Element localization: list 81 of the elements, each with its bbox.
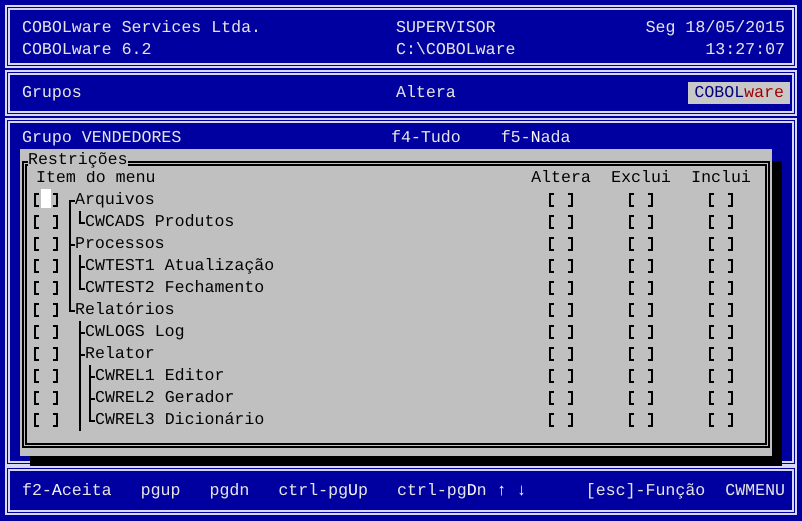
checkbox[interactable] (628, 280, 654, 296)
column-header: Altera (530, 167, 592, 189)
checkbox[interactable] (33, 412, 59, 428)
checkbox[interactable] (708, 368, 734, 384)
checkbox[interactable] (548, 412, 574, 428)
menu-item-label: Relator (85, 343, 155, 365)
checkbox[interactable] (628, 258, 654, 274)
key-hint: ctrl-pgUp (278, 480, 368, 502)
checkbox[interactable] (628, 192, 654, 208)
checkbox[interactable] (548, 302, 574, 318)
checkbox[interactable] (708, 302, 734, 318)
checkbox[interactable] (708, 412, 734, 428)
column-header: Item do menu (35, 168, 156, 189)
checkbox[interactable] (628, 236, 654, 252)
tree-line (79, 211, 85, 224)
menu-item-label: CWTEST1 Atualização (85, 255, 274, 277)
checkbox[interactable] (708, 236, 734, 252)
checkbox[interactable] (628, 390, 654, 406)
date-text: Seg 18/05/2015 (646, 17, 785, 39)
checkbox[interactable] (33, 346, 59, 362)
checkbox[interactable] (708, 346, 734, 362)
key-hint: f5-Nada (500, 127, 570, 149)
action-title: Altera (396, 82, 457, 104)
checkbox[interactable] (628, 368, 654, 384)
menu-item-label: Relatórios (75, 299, 175, 321)
key-hint: pgup (140, 480, 180, 502)
menu-item-label: CWTEST2 Fechamento (85, 277, 264, 299)
menu-item-label: CWREL3 Dicionário (95, 409, 264, 431)
checkbox[interactable] (548, 324, 574, 340)
checkbox[interactable] (708, 258, 734, 274)
checkbox[interactable] (628, 412, 654, 428)
column-header: Inclui (690, 167, 752, 189)
checkbox[interactable] (628, 346, 654, 362)
module-title: Grupos (22, 82, 83, 104)
checkbox[interactable] (708, 324, 734, 340)
menu-item-label: Arquivos (75, 189, 155, 211)
checkbox[interactable] (33, 214, 59, 230)
key-hint: [esc]-Função (586, 480, 706, 502)
checkbox[interactable] (548, 192, 574, 208)
checkbox[interactable] (33, 280, 59, 296)
checkbox[interactable] (548, 214, 574, 230)
checkbox[interactable] (33, 390, 59, 406)
checkbox[interactable] (33, 236, 59, 252)
checkbox[interactable] (33, 258, 59, 274)
user-name: SUPERVISOR (396, 17, 497, 39)
menu-item-label: CWCADS Produtos (85, 211, 234, 233)
checkbox[interactable] (548, 368, 574, 384)
group-label: Grupo VENDEDORES (22, 127, 182, 149)
checkbox[interactable] (548, 236, 574, 252)
path-text: C:\COBOLware (396, 39, 516, 61)
checkbox[interactable] (33, 324, 59, 340)
checkbox[interactable] (548, 390, 574, 406)
checkbox[interactable] (548, 280, 574, 296)
checkbox[interactable] (708, 390, 734, 406)
checkbox[interactable] (708, 214, 734, 230)
checkbox[interactable] (628, 324, 654, 340)
column-header: Exclui (610, 167, 672, 189)
menu-item-label: CWREL1 Editor (95, 365, 224, 387)
time-text: 13:27:07 (704, 39, 785, 61)
key-hint: f4-Tudo (391, 127, 461, 149)
checkbox[interactable] (33, 192, 59, 208)
arrow-keys-hint: ↑ ↓ (496, 480, 527, 502)
dialog-title: Restrições (28, 149, 128, 171)
checkbox[interactable] (708, 280, 734, 296)
menu-name: CWMENU (725, 480, 785, 502)
checkbox[interactable] (628, 302, 654, 318)
menu-item-label: Processos (75, 233, 165, 255)
menu-item-label: CWREL2 Gerador (95, 387, 234, 409)
checkbox[interactable] (708, 192, 734, 208)
key-hint: f2-Aceita (22, 480, 112, 502)
key-hint: ctrl-pgDn (396, 480, 487, 502)
menu-item-label: CWLOGS Log (85, 321, 185, 343)
version-text: COBOLware 6.2 (22, 39, 152, 61)
key-hint: pgdn (209, 480, 250, 502)
company-name: COBOLware Services Ltda. (22, 17, 262, 39)
checkbox[interactable] (628, 214, 654, 230)
checkbox[interactable] (548, 346, 574, 362)
checkbox[interactable] (548, 258, 574, 274)
checkbox[interactable] (33, 368, 59, 384)
checkbox[interactable] (33, 302, 59, 318)
logo-badge: COBOLware (688, 82, 790, 104)
